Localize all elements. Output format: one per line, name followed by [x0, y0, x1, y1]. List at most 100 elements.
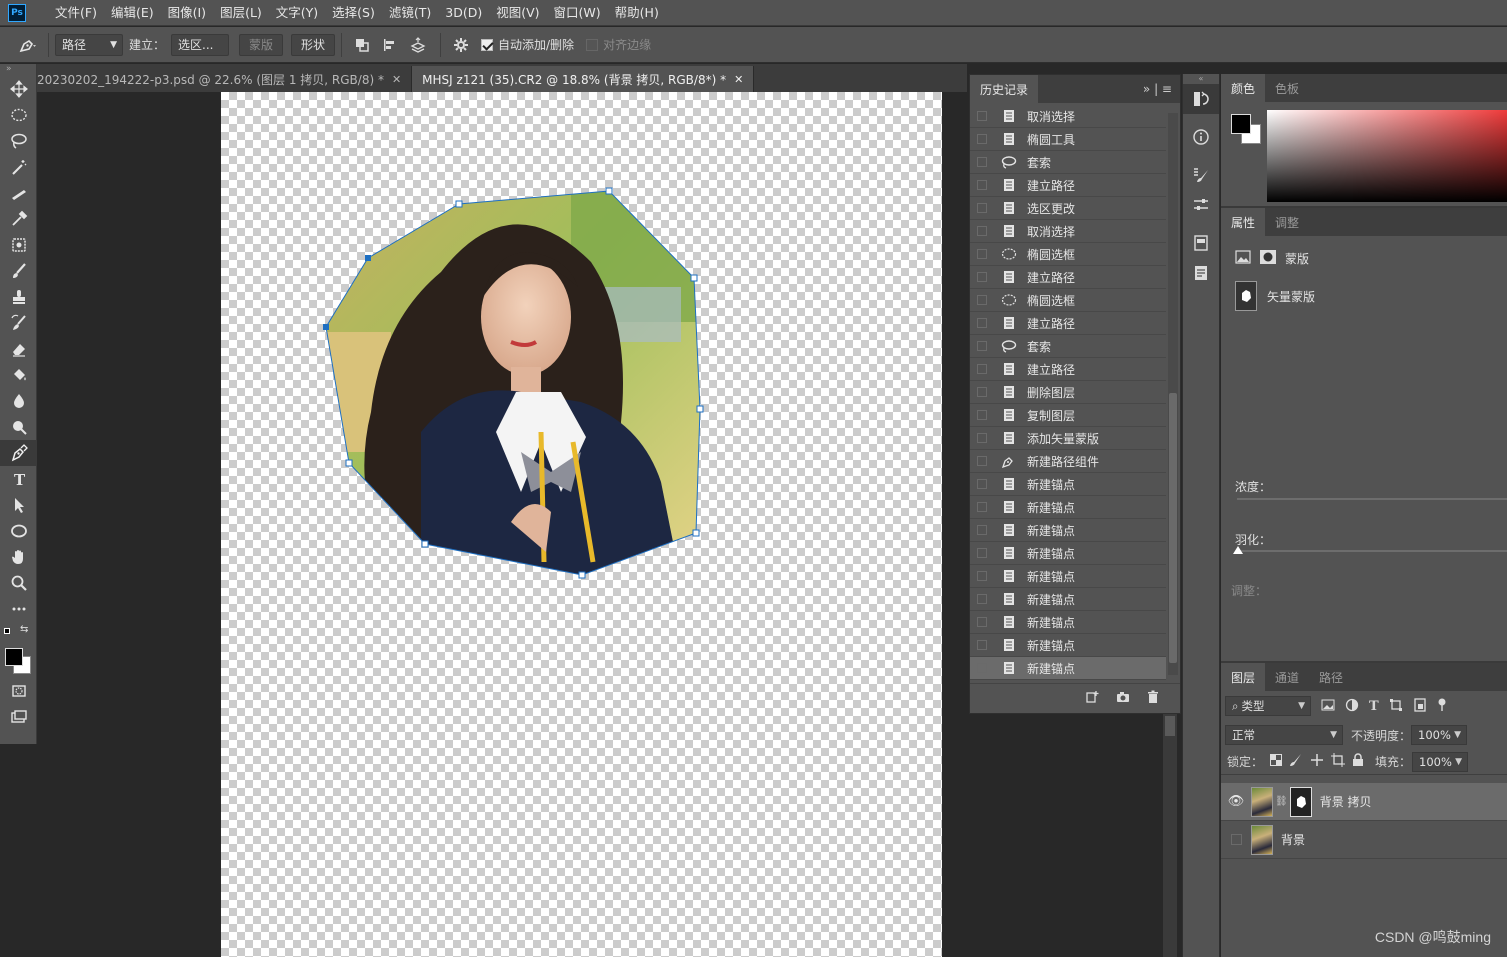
scrollbar-thumb[interactable] — [1165, 716, 1175, 736]
menu-item[interactable]: 文件(F) — [48, 0, 104, 26]
path-selection-icon[interactable] — [0, 492, 37, 518]
opacity-input[interactable]: 100% ▼ — [1411, 725, 1468, 745]
scrollbar-thumb[interactable] — [1169, 393, 1177, 663]
history-item[interactable]: 新建锚点 — [970, 611, 1166, 634]
zoom-tool-icon[interactable] — [0, 570, 37, 596]
history-item[interactable]: 新建路径组件 — [970, 450, 1166, 473]
layer-thumbnail[interactable] — [1251, 786, 1273, 817]
layer-row-background-copy[interactable]: 👁 ⛓ 背景 拷贝 — [1221, 783, 1507, 821]
history-snapshot-checkbox[interactable] — [977, 571, 987, 581]
layer-filter-dropdown[interactable]: ⌕ 类型 ▼ — [1225, 696, 1311, 716]
default-colors-icon[interactable] — [4, 628, 10, 634]
history-item[interactable]: 建立路径 — [970, 312, 1166, 335]
ellipse-shape-icon[interactable] — [0, 518, 37, 544]
history-snapshot-checkbox[interactable] — [977, 594, 987, 604]
document-tab-1[interactable]: 20230202_194222-p3.psd @ 22.6% (图层 1 拷贝,… — [37, 66, 413, 92]
menu-item[interactable]: 图像(I) — [161, 0, 213, 26]
layer-name[interactable]: 背景 拷贝 — [1320, 793, 1372, 810]
foreground-color-swatch[interactable] — [1231, 114, 1251, 134]
tab-paths[interactable]: 路径 — [1309, 663, 1353, 691]
magic-wand-icon[interactable] — [0, 154, 37, 180]
menu-item[interactable]: 帮助(H) — [608, 0, 666, 26]
history-item[interactable]: 新建锚点 — [970, 634, 1166, 657]
history-snapshot-checkbox[interactable] — [977, 479, 987, 489]
lock-image-icon[interactable] — [1289, 753, 1303, 770]
history-item[interactable]: 添加矢量蒙版 — [970, 427, 1166, 450]
history-snapshot-checkbox[interactable] — [977, 295, 987, 305]
filter-toggle-icon[interactable] — [1437, 698, 1447, 715]
history-item[interactable]: 新建锚点 — [970, 542, 1166, 565]
vector-mask-thumbnail-icon[interactable] — [1235, 281, 1257, 311]
auto-add-delete-checkbox[interactable]: 自动添加/删除 — [475, 34, 580, 56]
history-snapshot-checkbox[interactable] — [977, 617, 987, 627]
history-snapshot-checkbox[interactable] — [977, 203, 987, 213]
type-tool-icon[interactable]: T — [0, 466, 37, 492]
history-item[interactable]: 取消选择 — [970, 220, 1166, 243]
info-icon[interactable] — [1183, 122, 1219, 152]
close-icon[interactable]: ✕ — [392, 73, 401, 86]
history-item[interactable]: 建立路径 — [970, 174, 1166, 197]
history-snapshot-checkbox[interactable] — [977, 157, 987, 167]
history-panel-icon[interactable] — [1183, 84, 1219, 114]
layer-name[interactable]: 背景 — [1281, 831, 1305, 848]
eye-icon[interactable]: 👁 — [1221, 794, 1251, 809]
history-item[interactable]: 新建锚点 — [970, 588, 1166, 611]
menu-item[interactable]: 滤镜(T) — [382, 0, 438, 26]
foreground-color-swatch[interactable] — [5, 648, 23, 666]
move-tool-icon[interactable] — [0, 76, 37, 102]
trash-icon[interactable] — [1146, 690, 1160, 707]
history-item[interactable]: 取消选择 — [970, 105, 1166, 128]
history-item[interactable]: 套索 — [970, 151, 1166, 174]
history-snapshot-checkbox[interactable] — [977, 456, 987, 466]
adjustments-sliders-icon[interactable] — [1183, 190, 1219, 220]
history-item[interactable]: 新建锚点 — [970, 496, 1166, 519]
screen-mode-icon[interactable] — [0, 704, 37, 730]
crop-slice-icon[interactable] — [0, 180, 37, 206]
clone-stamp-icon[interactable] — [0, 284, 37, 310]
history-brush-icon[interactable] — [0, 310, 37, 336]
history-item[interactable]: 椭圆选框 — [970, 289, 1166, 312]
history-snapshot-checkbox[interactable] — [977, 433, 987, 443]
filter-shape-icon[interactable] — [1389, 698, 1403, 715]
collapse-toolbar-icon[interactable]: » — [0, 64, 36, 76]
tab-color[interactable]: 颜色 — [1221, 74, 1266, 102]
pen-tool-preset-icon[interactable] — [0, 34, 42, 56]
history-snapshot-checkbox[interactable] — [977, 548, 987, 558]
history-snapshot-checkbox[interactable] — [977, 111, 987, 121]
history-snapshot-checkbox[interactable] — [977, 410, 987, 420]
menu-item[interactable]: 图层(L) — [213, 0, 269, 26]
history-scrollbar[interactable] — [1168, 113, 1178, 675]
history-item[interactable]: 新建锚点 — [970, 519, 1166, 542]
filter-adjustment-icon[interactable] — [1345, 698, 1359, 715]
document-tab-2[interactable]: MHSJ z121 (35).CR2 @ 18.8% (背景 拷贝, RGB/8… — [412, 66, 755, 92]
canvas-scrollbar[interactable] — [1163, 714, 1177, 957]
filter-type-icon[interactable]: T — [1369, 699, 1379, 714]
history-item[interactable]: 建立路径 — [970, 266, 1166, 289]
panel-menu-icon[interactable]: » | ≡ — [1143, 82, 1180, 96]
history-item[interactable]: 选区更改 — [970, 197, 1166, 220]
history-item[interactable]: 新建锚点 — [970, 565, 1166, 588]
tab-properties[interactable]: 属性 — [1221, 208, 1266, 236]
gear-icon[interactable] — [447, 34, 475, 56]
history-snapshot-checkbox[interactable] — [977, 640, 987, 650]
history-item[interactable]: 椭圆工具 — [970, 128, 1166, 151]
more-tools-icon[interactable] — [0, 596, 37, 622]
align-edges-checkbox[interactable]: 对齐边缘 — [580, 34, 657, 56]
history-snapshot-checkbox[interactable] — [977, 341, 987, 351]
history-item[interactable]: 删除图层 — [970, 381, 1166, 404]
new-document-from-state-icon[interactable] — [1086, 690, 1100, 707]
vector-mask-icon[interactable] — [1259, 249, 1277, 268]
visibility-toggle[interactable] — [1221, 834, 1251, 845]
tab-swatches[interactable]: 色板 — [1265, 74, 1309, 102]
paint-bucket-icon[interactable] — [0, 362, 37, 388]
history-item[interactable]: 新建锚点 — [970, 657, 1166, 680]
tab-layers[interactable]: 图层 — [1221, 663, 1266, 691]
menu-item[interactable]: 窗口(W) — [547, 0, 608, 26]
menu-item[interactable]: 编辑(E) — [104, 0, 161, 26]
path-arrangement-icon[interactable] — [404, 34, 434, 56]
lasso-tool-icon[interactable] — [0, 128, 37, 154]
history-item[interactable]: 椭圆选框 — [970, 243, 1166, 266]
make-selection-button[interactable]: 选区... — [171, 33, 230, 56]
layer-row-background[interactable]: 背景 — [1221, 821, 1507, 859]
collapse-icon[interactable]: « — [1183, 74, 1219, 84]
